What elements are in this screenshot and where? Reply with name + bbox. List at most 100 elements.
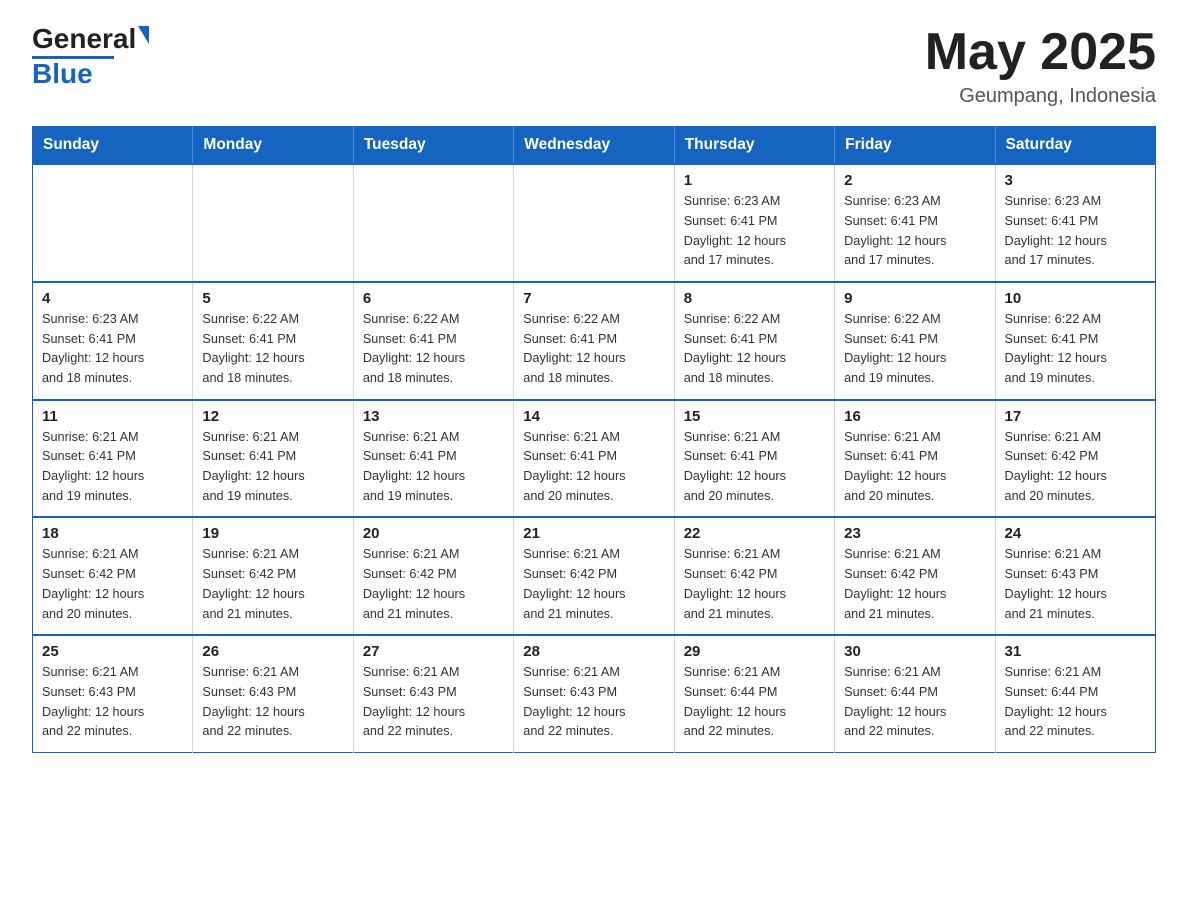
day-info: Sunrise: 6:21 AMSunset: 6:41 PMDaylight:… bbox=[523, 428, 664, 507]
day-number: 25 bbox=[42, 643, 183, 660]
calendar-cell bbox=[193, 164, 353, 282]
day-info: Sunrise: 6:21 AMSunset: 6:42 PMDaylight:… bbox=[1005, 428, 1146, 507]
calendar-cell bbox=[514, 164, 674, 282]
day-number: 29 bbox=[684, 643, 825, 660]
day-number: 10 bbox=[1005, 290, 1146, 307]
weekday-header-wednesday: Wednesday bbox=[514, 127, 674, 165]
day-info: Sunrise: 6:21 AMSunset: 6:43 PMDaylight:… bbox=[363, 663, 504, 742]
day-info: Sunrise: 6:22 AMSunset: 6:41 PMDaylight:… bbox=[523, 310, 664, 389]
day-info: Sunrise: 6:22 AMSunset: 6:41 PMDaylight:… bbox=[1005, 310, 1146, 389]
calendar-cell: 11 Sunrise: 6:21 AMSunset: 6:41 PMDayligh… bbox=[33, 400, 193, 518]
calendar-cell: 27Sunrise: 6:21 AMSunset: 6:43 PMDayligh… bbox=[353, 635, 513, 752]
day-number: 2 bbox=[844, 172, 985, 189]
day-info: Sunrise: 6:21 AMSunset: 6:44 PMDaylight:… bbox=[684, 663, 825, 742]
day-info: Sunrise: 6:21 AMSunset: 6:41 PMDaylight:… bbox=[844, 428, 985, 507]
calendar-week-row: 11 Sunrise: 6:21 AMSunset: 6:41 PMDayligh… bbox=[33, 400, 1156, 518]
calendar-cell: 5 Sunrise: 6:22 AMSunset: 6:41 PMDaylight… bbox=[193, 282, 353, 400]
weekday-header-tuesday: Tuesday bbox=[353, 127, 513, 165]
weekday-header-thursday: Thursday bbox=[674, 127, 834, 165]
day-number: 23 bbox=[844, 525, 985, 542]
day-number: 18 bbox=[42, 525, 183, 542]
day-info: Sunrise: 6:21 AMSunset: 6:42 PMDaylight:… bbox=[42, 545, 183, 624]
day-number: 19 bbox=[202, 525, 343, 542]
calendar-cell bbox=[33, 164, 193, 282]
calendar-cell: 26 Sunrise: 6:21 AMSunset: 6:43 PMDayligh… bbox=[193, 635, 353, 752]
calendar-cell: 24 Sunrise: 6:21 AMSunset: 6:43 PMDayligh… bbox=[995, 517, 1155, 635]
calendar-cell: 12 Sunrise: 6:21 AMSunset: 6:41 PMDayligh… bbox=[193, 400, 353, 518]
title-block: May 2025 Geumpang, Indonesia bbox=[925, 24, 1156, 108]
calendar-cell: 29 Sunrise: 6:21 AMSunset: 6:44 PMDayligh… bbox=[674, 635, 834, 752]
calendar-cell: 4 Sunrise: 6:23 AMSunset: 6:41 PMDaylight… bbox=[33, 282, 193, 400]
day-number: 1 bbox=[684, 172, 825, 189]
calendar-header-row: SundayMondayTuesdayWednesdayThursdayFrid… bbox=[33, 127, 1156, 165]
calendar-subtitle: Geumpang, Indonesia bbox=[925, 85, 1156, 108]
calendar-cell: 2 Sunrise: 6:23 AMSunset: 6:41 PMDaylight… bbox=[835, 164, 995, 282]
day-info: Sunrise: 6:22 AMSunset: 6:41 PMDaylight:… bbox=[844, 310, 985, 389]
calendar-cell: 19 Sunrise: 6:21 AMSunset: 6:42 PMDayligh… bbox=[193, 517, 353, 635]
calendar-table: SundayMondayTuesdayWednesdayThursdayFrid… bbox=[32, 126, 1156, 753]
weekday-header-friday: Friday bbox=[835, 127, 995, 165]
day-info: Sunrise: 6:23 AMSunset: 6:41 PMDaylight:… bbox=[684, 192, 825, 271]
calendar-cell: 9Sunrise: 6:22 AMSunset: 6:41 PMDaylight… bbox=[835, 282, 995, 400]
day-number: 21 bbox=[523, 525, 664, 542]
calendar-cell: 1 Sunrise: 6:23 AMSunset: 6:41 PMDaylight… bbox=[674, 164, 834, 282]
calendar-cell: 22 Sunrise: 6:21 AMSunset: 6:42 PMDayligh… bbox=[674, 517, 834, 635]
calendar-cell: 16Sunrise: 6:21 AMSunset: 6:41 PMDayligh… bbox=[835, 400, 995, 518]
calendar-cell: 13 Sunrise: 6:21 AMSunset: 6:41 PMDayligh… bbox=[353, 400, 513, 518]
day-info: Sunrise: 6:21 AMSunset: 6:42 PMDaylight:… bbox=[684, 545, 825, 624]
calendar-cell: 28 Sunrise: 6:21 AMSunset: 6:43 PMDayligh… bbox=[514, 635, 674, 752]
day-number: 11 bbox=[42, 408, 183, 425]
calendar-week-row: 4 Sunrise: 6:23 AMSunset: 6:41 PMDaylight… bbox=[33, 282, 1156, 400]
weekday-header-sunday: Sunday bbox=[33, 127, 193, 165]
logo: General Blue bbox=[32, 24, 149, 90]
day-info: Sunrise: 6:21 AMSunset: 6:43 PMDaylight:… bbox=[523, 663, 664, 742]
logo-triangle-icon bbox=[138, 26, 149, 44]
day-number: 3 bbox=[1005, 172, 1146, 189]
day-info: Sunrise: 6:21 AMSunset: 6:41 PMDaylight:… bbox=[684, 428, 825, 507]
day-info: Sunrise: 6:21 AMSunset: 6:42 PMDaylight:… bbox=[523, 545, 664, 624]
calendar-cell: 20 Sunrise: 6:21 AMSunset: 6:42 PMDayligh… bbox=[353, 517, 513, 635]
calendar-cell: 14Sunrise: 6:21 AMSunset: 6:41 PMDayligh… bbox=[514, 400, 674, 518]
calendar-cell: 7 Sunrise: 6:22 AMSunset: 6:41 PMDaylight… bbox=[514, 282, 674, 400]
calendar-cell: 3Sunrise: 6:23 AMSunset: 6:41 PMDaylight… bbox=[995, 164, 1155, 282]
calendar-cell: 31Sunrise: 6:21 AMSunset: 6:44 PMDayligh… bbox=[995, 635, 1155, 752]
day-number: 13 bbox=[363, 408, 504, 425]
calendar-title: May 2025 bbox=[925, 24, 1156, 81]
calendar-cell: 21 Sunrise: 6:21 AMSunset: 6:42 PMDayligh… bbox=[514, 517, 674, 635]
day-info: Sunrise: 6:22 AMSunset: 6:41 PMDaylight:… bbox=[202, 310, 343, 389]
day-info: Sunrise: 6:21 AMSunset: 6:41 PMDaylight:… bbox=[363, 428, 504, 507]
day-info: Sunrise: 6:22 AMSunset: 6:41 PMDaylight:… bbox=[363, 310, 504, 389]
logo-text-general: General bbox=[32, 24, 136, 55]
day-info: Sunrise: 6:21 AMSunset: 6:41 PMDaylight:… bbox=[202, 428, 343, 507]
day-info: Sunrise: 6:23 AMSunset: 6:41 PMDaylight:… bbox=[42, 310, 183, 389]
day-number: 12 bbox=[202, 408, 343, 425]
calendar-cell: 15 Sunrise: 6:21 AMSunset: 6:41 PMDayligh… bbox=[674, 400, 834, 518]
day-number: 20 bbox=[363, 525, 504, 542]
page-header: General Blue May 2025 Geumpang, Indonesi… bbox=[32, 24, 1156, 108]
day-number: 17 bbox=[1005, 408, 1146, 425]
day-number: 26 bbox=[202, 643, 343, 660]
calendar-week-row: 25 Sunrise: 6:21 AMSunset: 6:43 PMDayligh… bbox=[33, 635, 1156, 752]
day-info: Sunrise: 6:21 AMSunset: 6:42 PMDaylight:… bbox=[363, 545, 504, 624]
day-info: Sunrise: 6:23 AMSunset: 6:41 PMDaylight:… bbox=[844, 192, 985, 271]
calendar-cell: 17 Sunrise: 6:21 AMSunset: 6:42 PMDayligh… bbox=[995, 400, 1155, 518]
day-number: 7 bbox=[523, 290, 664, 307]
day-info: Sunrise: 6:21 AMSunset: 6:43 PMDaylight:… bbox=[202, 663, 343, 742]
day-number: 15 bbox=[684, 408, 825, 425]
calendar-cell: 6Sunrise: 6:22 AMSunset: 6:41 PMDaylight… bbox=[353, 282, 513, 400]
day-number: 22 bbox=[684, 525, 825, 542]
logo-text-blue: Blue bbox=[32, 59, 93, 90]
day-info: Sunrise: 6:21 AMSunset: 6:42 PMDaylight:… bbox=[202, 545, 343, 624]
calendar-cell: 18 Sunrise: 6:21 AMSunset: 6:42 PMDayligh… bbox=[33, 517, 193, 635]
day-number: 5 bbox=[202, 290, 343, 307]
calendar-cell: 25Sunrise: 6:21 AMSunset: 6:43 PMDayligh… bbox=[33, 635, 193, 752]
day-number: 4 bbox=[42, 290, 183, 307]
calendar-week-row: 1 Sunrise: 6:23 AMSunset: 6:41 PMDaylight… bbox=[33, 164, 1156, 282]
calendar-cell: 10 Sunrise: 6:22 AMSunset: 6:41 PMDayligh… bbox=[995, 282, 1155, 400]
day-info: Sunrise: 6:21 AMSunset: 6:43 PMDaylight:… bbox=[1005, 545, 1146, 624]
weekday-header-saturday: Saturday bbox=[995, 127, 1155, 165]
day-number: 28 bbox=[523, 643, 664, 660]
day-number: 24 bbox=[1005, 525, 1146, 542]
day-info: Sunrise: 6:21 AMSunset: 6:42 PMDaylight:… bbox=[844, 545, 985, 624]
day-info: Sunrise: 6:21 AMSunset: 6:41 PMDaylight:… bbox=[42, 428, 183, 507]
